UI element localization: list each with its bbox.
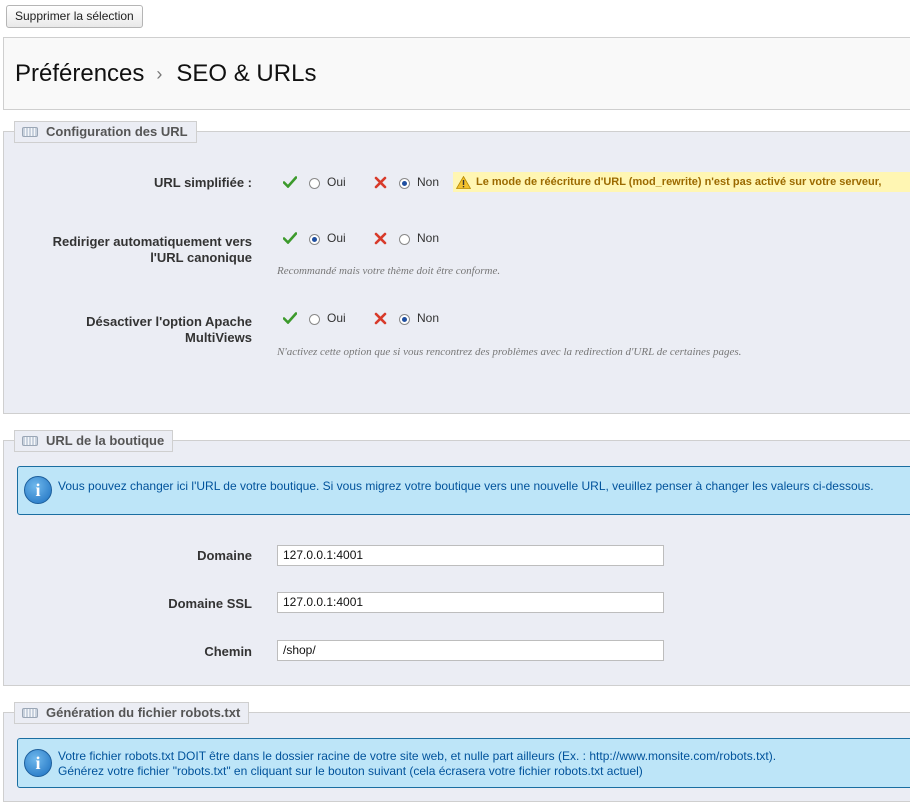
friendly-url-label: URL simplifiée : xyxy=(153,175,252,190)
friendly-url-no-option[interactable]: Non xyxy=(374,175,439,189)
multiviews-yes-radio[interactable] xyxy=(309,313,320,325)
canonical-hint: Recommandé mais votre thème doit être co… xyxy=(277,265,501,277)
canonical-no-radio[interactable] xyxy=(399,233,410,245)
robots-legend: Génération du fichier robots.txt xyxy=(14,702,250,724)
canonical-no-option[interactable]: Non xyxy=(374,231,439,245)
domain-ssl-input[interactable]: 127.0.0.1:4001 xyxy=(277,592,664,613)
option-label: Non xyxy=(417,175,440,189)
mod-rewrite-warning: Le mode de réécriture d'URL (mod_rewrite… xyxy=(453,172,910,192)
info-text: Votre fichier robots.txt DOIT être dans … xyxy=(58,749,776,779)
cross-icon xyxy=(374,176,387,188)
page-header: Préférences › SEO & URLs xyxy=(3,37,910,110)
cross-icon xyxy=(374,232,387,244)
section-title: Configuration des URL xyxy=(46,124,188,139)
robots-info-line2: Générez votre fichier "robots.txt" en cl… xyxy=(58,764,643,778)
multiviews-hint: N'activez cette option que si vous renco… xyxy=(277,346,742,358)
option-label: Oui xyxy=(327,231,346,245)
friendly-url-yes-option[interactable]: Oui xyxy=(283,175,346,189)
section-title: Génération du fichier robots.txt xyxy=(46,705,241,720)
delete-selection-button[interactable]: Supprimer la sélection xyxy=(6,5,143,28)
domain-input[interactable]: 127.0.0.1:4001 xyxy=(277,545,664,566)
breadcrumb-separator: › xyxy=(156,64,163,84)
multiviews-label: Désactiver l'option Apache MultiViews xyxy=(86,314,252,345)
breadcrumb: Préférences › SEO & URLs xyxy=(15,60,316,88)
check-icon xyxy=(283,232,297,244)
cross-icon xyxy=(374,312,387,324)
info-text: Vous pouvez changer ici l'URL de votre b… xyxy=(58,479,874,493)
path-input[interactable]: /shop/ xyxy=(277,640,664,661)
domain-label: Domaine xyxy=(197,548,252,563)
friendly-url-yes-radio[interactable] xyxy=(309,177,320,189)
keyboard-icon xyxy=(22,127,38,137)
option-label: Oui xyxy=(327,175,346,189)
shop-url-legend: URL de la boutique xyxy=(14,430,174,452)
info-icon: i xyxy=(24,476,52,504)
multiviews-no-option[interactable]: Non xyxy=(374,311,439,325)
robots-info: i Votre fichier robots.txt DOIT être dan… xyxy=(17,738,910,788)
robots-info-line1: Votre fichier robots.txt DOIT être dans … xyxy=(58,749,777,763)
path-label: Chemin xyxy=(204,644,252,659)
canonical-redirect-label: Rediriger automatiquement vers l'URL can… xyxy=(52,234,252,265)
url-config-legend: Configuration des URL xyxy=(14,121,197,143)
canonical-yes-radio[interactable] xyxy=(309,233,320,245)
check-icon xyxy=(283,176,297,188)
page-title: SEO & URLs xyxy=(176,60,317,87)
shop-url-info: i Vous pouvez changer ici l'URL de votre… xyxy=(17,466,910,515)
option-label: Non xyxy=(417,231,440,245)
info-icon: i xyxy=(24,749,52,777)
canonical-yes-option[interactable]: Oui xyxy=(283,231,346,245)
friendly-url-no-radio[interactable] xyxy=(399,177,410,189)
breadcrumb-parent[interactable]: Préférences xyxy=(15,60,144,87)
warning-text: Le mode de réécriture d'URL (mod_rewrite… xyxy=(476,176,882,188)
option-label: Oui xyxy=(327,311,346,325)
section-title: URL de la boutique xyxy=(46,433,165,448)
warning-icon xyxy=(456,175,471,189)
keyboard-icon xyxy=(22,436,38,446)
multiviews-yes-option[interactable]: Oui xyxy=(283,311,346,325)
option-label: Non xyxy=(417,311,440,325)
domain-ssl-label: Domaine SSL xyxy=(168,596,252,611)
keyboard-icon xyxy=(22,708,38,718)
multiviews-no-radio[interactable] xyxy=(399,313,410,325)
check-icon xyxy=(283,312,297,324)
